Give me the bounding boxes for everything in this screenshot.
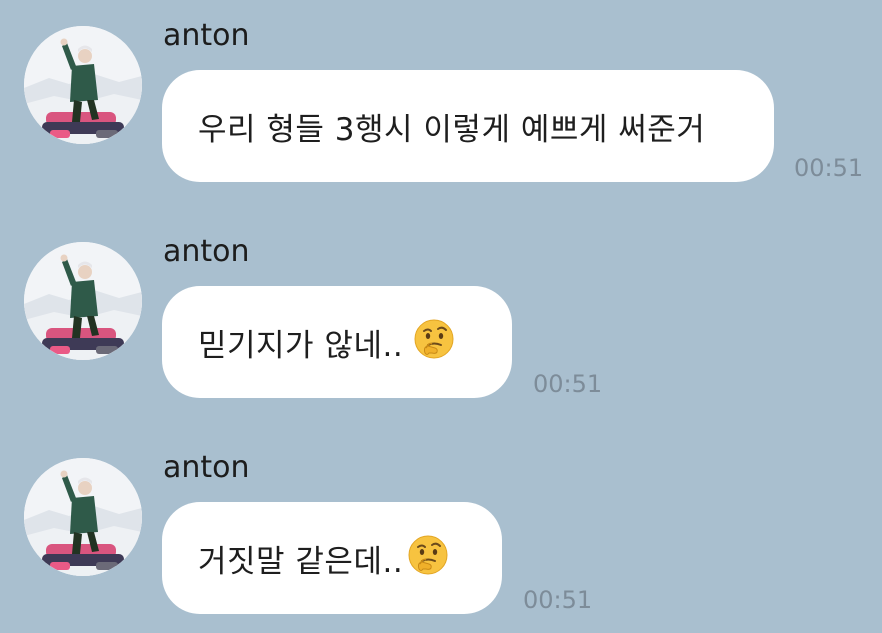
message-text: 믿기지가 않네..	[198, 327, 404, 364]
message-row: anton 믿기지가 않네.. 00:51	[0, 216, 882, 416]
thinking-face-icon	[413, 318, 455, 360]
message-text: 우리 형들 3행시 이렇게 예쁘게 써준거	[198, 111, 706, 148]
sender-name[interactable]: anton	[163, 450, 250, 486]
message-text: 거짓말 같은데..	[198, 543, 404, 580]
message-row: anton 우리 형들 3행시 이렇게 예쁘게 써준거 00:51	[0, 0, 882, 200]
sender-name[interactable]: anton	[163, 234, 250, 270]
profile-photo	[24, 26, 142, 144]
thinking-face-icon	[407, 534, 449, 576]
message-bubble[interactable]: 우리 형들 3행시 이렇게 예쁘게 써준거	[162, 70, 774, 182]
profile-photo	[24, 458, 142, 576]
message-bubble[interactable]: 믿기지가 않네..	[162, 286, 512, 398]
avatar[interactable]	[24, 26, 142, 144]
timestamp: 00:51	[533, 370, 603, 398]
message-bubble[interactable]: 거짓말 같은데..	[162, 502, 502, 614]
avatar[interactable]	[24, 242, 142, 360]
message-row: anton 거짓말 같은데.. 00:51	[0, 432, 882, 632]
avatar[interactable]	[24, 458, 142, 576]
timestamp: 00:51	[523, 586, 593, 614]
timestamp: 00:51	[794, 154, 864, 182]
profile-photo	[24, 242, 142, 360]
sender-name[interactable]: anton	[163, 18, 250, 54]
